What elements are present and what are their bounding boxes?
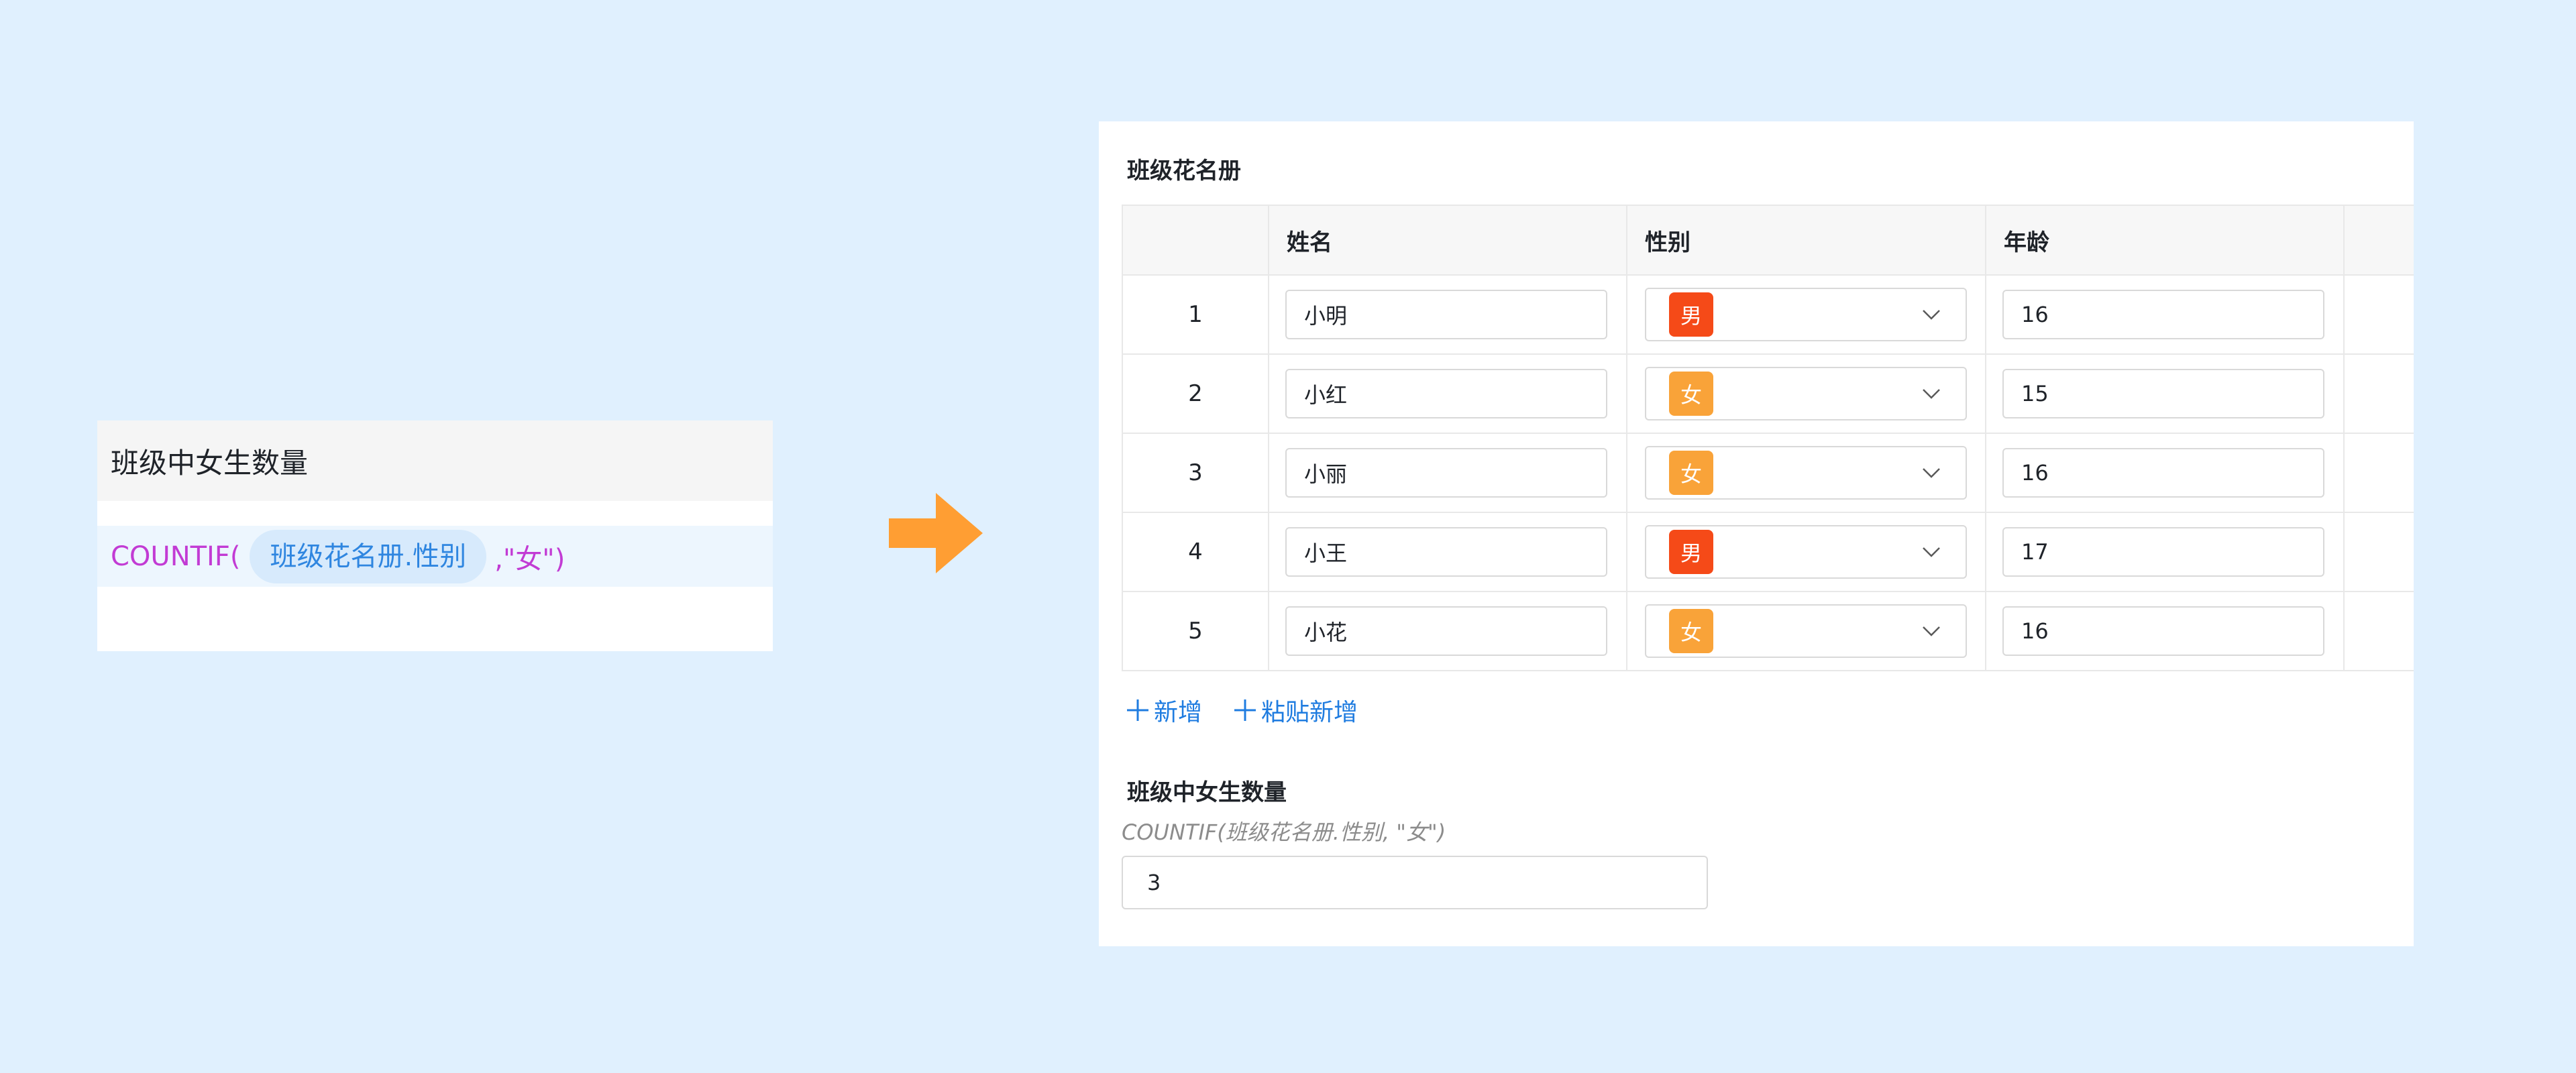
row-index-label: 2 bbox=[1188, 380, 1203, 407]
calc-field-value[interactable]: 3 bbox=[1122, 856, 1708, 909]
row-index: 5 bbox=[1122, 592, 1268, 670]
roster-table: 姓名 性别 年龄 1 小明 男 16 2 小红 女 15 3 小丽 女 16 4… bbox=[1122, 205, 2414, 671]
age-input[interactable]: 15 bbox=[2002, 369, 2324, 418]
formula-argument: ,"女") bbox=[494, 543, 566, 575]
chevron-down-icon bbox=[1923, 389, 1940, 399]
paste-add-label: 粘贴新增 bbox=[1261, 699, 1358, 726]
add-row-label: 新增 bbox=[1154, 699, 1203, 726]
gender-select[interactable]: 女 bbox=[1645, 367, 1967, 420]
formula-field-title: 班级中女生数量 bbox=[97, 420, 773, 501]
gender-select[interactable]: 女 bbox=[1645, 446, 1967, 500]
row-index: 2 bbox=[1122, 355, 1268, 433]
age-input[interactable]: 17 bbox=[2002, 527, 2324, 577]
name-input[interactable]: 小红 bbox=[1285, 369, 1607, 418]
table-header: 姓名 性别 年龄 bbox=[1122, 206, 2414, 276]
header-actions bbox=[2343, 206, 2414, 274]
row-index: 1 bbox=[1122, 276, 1268, 353]
gender-select[interactable]: 女 bbox=[1645, 604, 1967, 658]
age-cell: 16 bbox=[1985, 592, 2343, 670]
chevron-down-icon bbox=[1923, 468, 1940, 478]
name-cell: 小丽 bbox=[1268, 434, 1626, 512]
gender-tag: 女 bbox=[1669, 609, 1713, 653]
row-index-label: 1 bbox=[1188, 301, 1203, 328]
row-index-label: 4 bbox=[1188, 539, 1203, 565]
row-actions bbox=[2343, 355, 2414, 433]
header-gender: 性别 bbox=[1626, 206, 1985, 274]
name-input[interactable]: 小王 bbox=[1285, 527, 1607, 577]
row-actions bbox=[2343, 434, 2414, 512]
plus-icon bbox=[1127, 699, 1148, 721]
calc-field-title: 班级中女生数量 bbox=[1127, 779, 1287, 806]
table-row: 5 小花 女 16 bbox=[1122, 592, 2414, 671]
gender-tag: 男 bbox=[1669, 530, 1713, 574]
calc-field-formula: COUNTIF(班级花名册.性别, "女") bbox=[1122, 820, 1446, 845]
chevron-down-icon bbox=[1923, 547, 1940, 557]
chevron-down-icon bbox=[1923, 626, 1940, 636]
name-cell: 小明 bbox=[1268, 276, 1626, 353]
gender-cell: 女 bbox=[1626, 355, 1985, 433]
header-age: 年龄 bbox=[1985, 206, 2343, 274]
table-actions: 新增 粘贴新增 bbox=[1126, 693, 1358, 728]
gender-cell: 女 bbox=[1626, 434, 1985, 512]
gender-cell: 男 bbox=[1626, 276, 1985, 353]
table-row: 2 小红 女 15 bbox=[1122, 355, 2414, 434]
header-name: 姓名 bbox=[1268, 206, 1626, 274]
chevron-down-icon bbox=[1923, 310, 1940, 320]
row-index-label: 5 bbox=[1188, 618, 1203, 644]
name-cell: 小花 bbox=[1268, 592, 1626, 670]
row-index: 3 bbox=[1122, 434, 1268, 512]
row-actions bbox=[2343, 592, 2414, 670]
gender-select[interactable]: 男 bbox=[1645, 288, 1967, 341]
formula-field-reference[interactable]: 班级花名册.性别 bbox=[250, 529, 487, 583]
age-cell: 16 bbox=[1985, 276, 2343, 353]
name-input[interactable]: 小花 bbox=[1285, 606, 1607, 656]
header-index bbox=[1122, 206, 1268, 274]
formula-expression[interactable]: COUNTIF( 班级花名册.性别 ,"女") bbox=[97, 526, 773, 587]
name-input[interactable]: 小丽 bbox=[1285, 448, 1607, 498]
gender-select[interactable]: 男 bbox=[1645, 525, 1967, 579]
row-index: 4 bbox=[1122, 513, 1268, 591]
gender-tag: 男 bbox=[1669, 292, 1713, 337]
gender-tag: 女 bbox=[1669, 451, 1713, 495]
row-index-label: 3 bbox=[1188, 459, 1203, 486]
plus-icon bbox=[1234, 699, 1256, 721]
table-title: 班级花名册 bbox=[1127, 158, 1241, 184]
paste-add-button[interactable]: 粘贴新增 bbox=[1233, 693, 1358, 728]
formula-editor-panel: 班级中女生数量 COUNTIF( 班级花名册.性别 ,"女") bbox=[97, 420, 773, 651]
age-input[interactable]: 16 bbox=[2002, 448, 2324, 498]
row-actions bbox=[2343, 276, 2414, 353]
gender-tag: 女 bbox=[1669, 372, 1713, 416]
formula-function: COUNTIF( bbox=[111, 541, 241, 572]
age-input[interactable]: 16 bbox=[2002, 290, 2324, 339]
form-preview-panel: 班级花名册 姓名 性别 年龄 1 小明 男 16 2 小红 女 15 3 小丽 … bbox=[1099, 121, 2414, 946]
table-row: 3 小丽 女 16 bbox=[1122, 434, 2414, 513]
row-actions bbox=[2343, 513, 2414, 591]
name-input[interactable]: 小明 bbox=[1285, 290, 1607, 339]
gender-cell: 男 bbox=[1626, 513, 1985, 591]
age-input[interactable]: 16 bbox=[2002, 606, 2324, 656]
age-cell: 16 bbox=[1985, 434, 2343, 512]
name-cell: 小王 bbox=[1268, 513, 1626, 591]
table-row: 1 小明 男 16 bbox=[1122, 276, 2414, 355]
age-cell: 15 bbox=[1985, 355, 2343, 433]
table-row: 4 小王 男 17 bbox=[1122, 513, 2414, 592]
age-cell: 17 bbox=[1985, 513, 2343, 591]
arrow-right-icon bbox=[889, 493, 983, 573]
add-row-button[interactable]: 新增 bbox=[1126, 693, 1202, 728]
gender-cell: 女 bbox=[1626, 592, 1985, 670]
name-cell: 小红 bbox=[1268, 355, 1626, 433]
